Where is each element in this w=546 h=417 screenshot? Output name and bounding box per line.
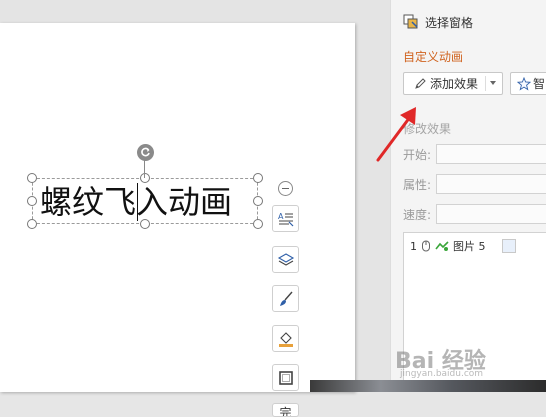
- fill-icon: [278, 331, 293, 347]
- slide[interactable]: 螺纹飞入动画 A 完: [0, 23, 355, 417]
- textbox-text[interactable]: 螺纹飞入动画: [40, 181, 232, 223]
- fill-button[interactable]: [272, 325, 299, 352]
- animation-target-name: 图片 5: [453, 240, 486, 253]
- resize-handle-right[interactable]: [253, 196, 263, 206]
- resize-handle-top-left[interactable]: [27, 173, 37, 183]
- resize-handle-bottom-right[interactable]: [253, 219, 263, 229]
- section-title: 自定义动画: [403, 50, 464, 64]
- animation-timing-swatch: [501, 239, 516, 253]
- dropdown-separator: [485, 76, 486, 91]
- add-effect-button[interactable]: 添加效果: [403, 72, 503, 95]
- selection-pane-icon: [403, 14, 418, 29]
- resize-handle-bottom[interactable]: [140, 219, 150, 229]
- chevron-down-icon[interactable]: [490, 81, 496, 85]
- rotate-icon: [141, 147, 150, 157]
- star-icon: [517, 76, 531, 91]
- text-wrap-icon: A: [278, 212, 293, 226]
- text-wrap-button[interactable]: A: [272, 205, 299, 232]
- fly-in-effect-icon: [435, 241, 449, 251]
- slide-canvas: 螺纹飞入动画 A 完: [0, 0, 390, 417]
- add-effect-label: 添加效果: [430, 77, 479, 91]
- property-label: 属性:: [403, 178, 432, 192]
- svg-text:A: A: [278, 212, 284, 221]
- pane-title: 选择窗格: [425, 15, 474, 30]
- resize-handle-left[interactable]: [27, 196, 37, 206]
- start-select[interactable]: [436, 144, 546, 164]
- pencil-icon: [415, 77, 426, 89]
- layers-button[interactable]: [272, 246, 299, 273]
- rotate-handle[interactable]: [137, 144, 154, 161]
- border-button[interactable]: [272, 364, 299, 391]
- smart-label: 智: [533, 77, 546, 91]
- layers-icon: [277, 252, 294, 266]
- more-label: 完: [279, 406, 292, 417]
- brush-icon: [279, 291, 293, 306]
- resize-handle-top[interactable]: [140, 173, 150, 183]
- resize-handle-top-right[interactable]: [253, 173, 263, 183]
- speed-select[interactable]: [436, 204, 546, 224]
- mouse-click-icon: [422, 240, 430, 252]
- rotate-stem: [144, 160, 145, 178]
- brush-button[interactable]: [272, 285, 299, 312]
- text-cursor: [137, 183, 138, 221]
- animation-order-number: 1: [410, 239, 417, 253]
- animation-list-item[interactable]: 1 图片 5: [410, 237, 516, 255]
- resize-handle-bottom-left[interactable]: [27, 219, 37, 229]
- textbox[interactable]: 螺纹飞入动画: [32, 178, 258, 224]
- overlay-photo-strip: [310, 380, 546, 392]
- speed-label: 速度:: [403, 208, 432, 222]
- annotation-arrow: [376, 107, 416, 162]
- custom-animation-pane: 选择窗格 自定义动画 添加效果 智 修改效果 开始: 属性: 速度: 1 图片 …: [390, 0, 546, 392]
- selection-pane-link[interactable]: 选择窗格: [403, 12, 473, 32]
- more-button[interactable]: 完: [272, 403, 299, 417]
- collapse-toolbar-button[interactable]: [278, 181, 293, 196]
- smart-animation-button[interactable]: 智: [510, 72, 546, 95]
- property-select[interactable]: [436, 174, 546, 194]
- border-icon: [278, 370, 293, 385]
- watermark-url: jingyan.baidu.com: [400, 369, 484, 379]
- quick-toolbar: A 完: [271, 180, 301, 417]
